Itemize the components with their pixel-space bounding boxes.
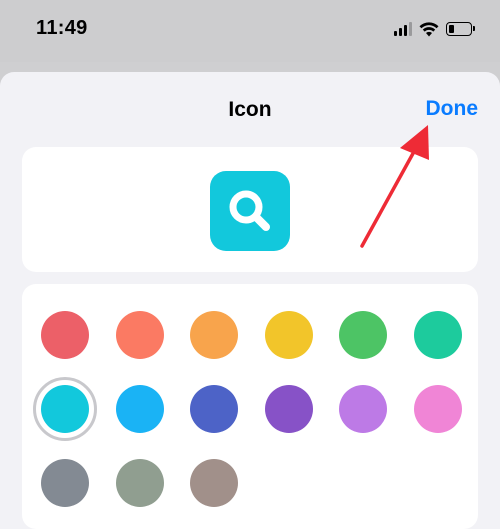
color-swatch[interactable] bbox=[339, 385, 388, 433]
color-swatch[interactable] bbox=[115, 459, 164, 507]
color-swatch[interactable] bbox=[41, 311, 89, 359]
status-bar: 11:49 bbox=[0, 0, 500, 62]
done-button[interactable]: Done bbox=[426, 97, 479, 121]
color-swatch[interactable] bbox=[190, 385, 239, 433]
color-swatch[interactable] bbox=[41, 459, 89, 507]
battery-icon bbox=[446, 22, 475, 36]
color-swatch[interactable] bbox=[264, 311, 313, 359]
color-swatch[interactable] bbox=[190, 459, 239, 507]
color-swatch[interactable] bbox=[115, 385, 164, 433]
selected-color-fill bbox=[41, 385, 89, 433]
color-swatch[interactable] bbox=[414, 311, 462, 359]
icon-preview bbox=[210, 171, 290, 251]
battery-level bbox=[449, 25, 454, 33]
color-swatch[interactable] bbox=[414, 385, 462, 433]
magnifying-glass-icon bbox=[229, 190, 270, 231]
cellular-signal-icon bbox=[394, 22, 412, 36]
color-picker-card bbox=[22, 284, 478, 529]
color-swatch[interactable] bbox=[190, 311, 239, 359]
status-icons bbox=[394, 20, 475, 38]
color-swatch[interactable] bbox=[339, 311, 388, 359]
icon-preview-card bbox=[22, 147, 478, 272]
color-swatch[interactable] bbox=[115, 311, 164, 359]
status-time: 11:49 bbox=[36, 17, 88, 39]
color-swatch[interactable] bbox=[264, 385, 313, 433]
wifi-icon bbox=[419, 21, 439, 36]
icon-sheet: Icon Done bbox=[0, 72, 500, 529]
color-swatch[interactable] bbox=[33, 377, 97, 441]
